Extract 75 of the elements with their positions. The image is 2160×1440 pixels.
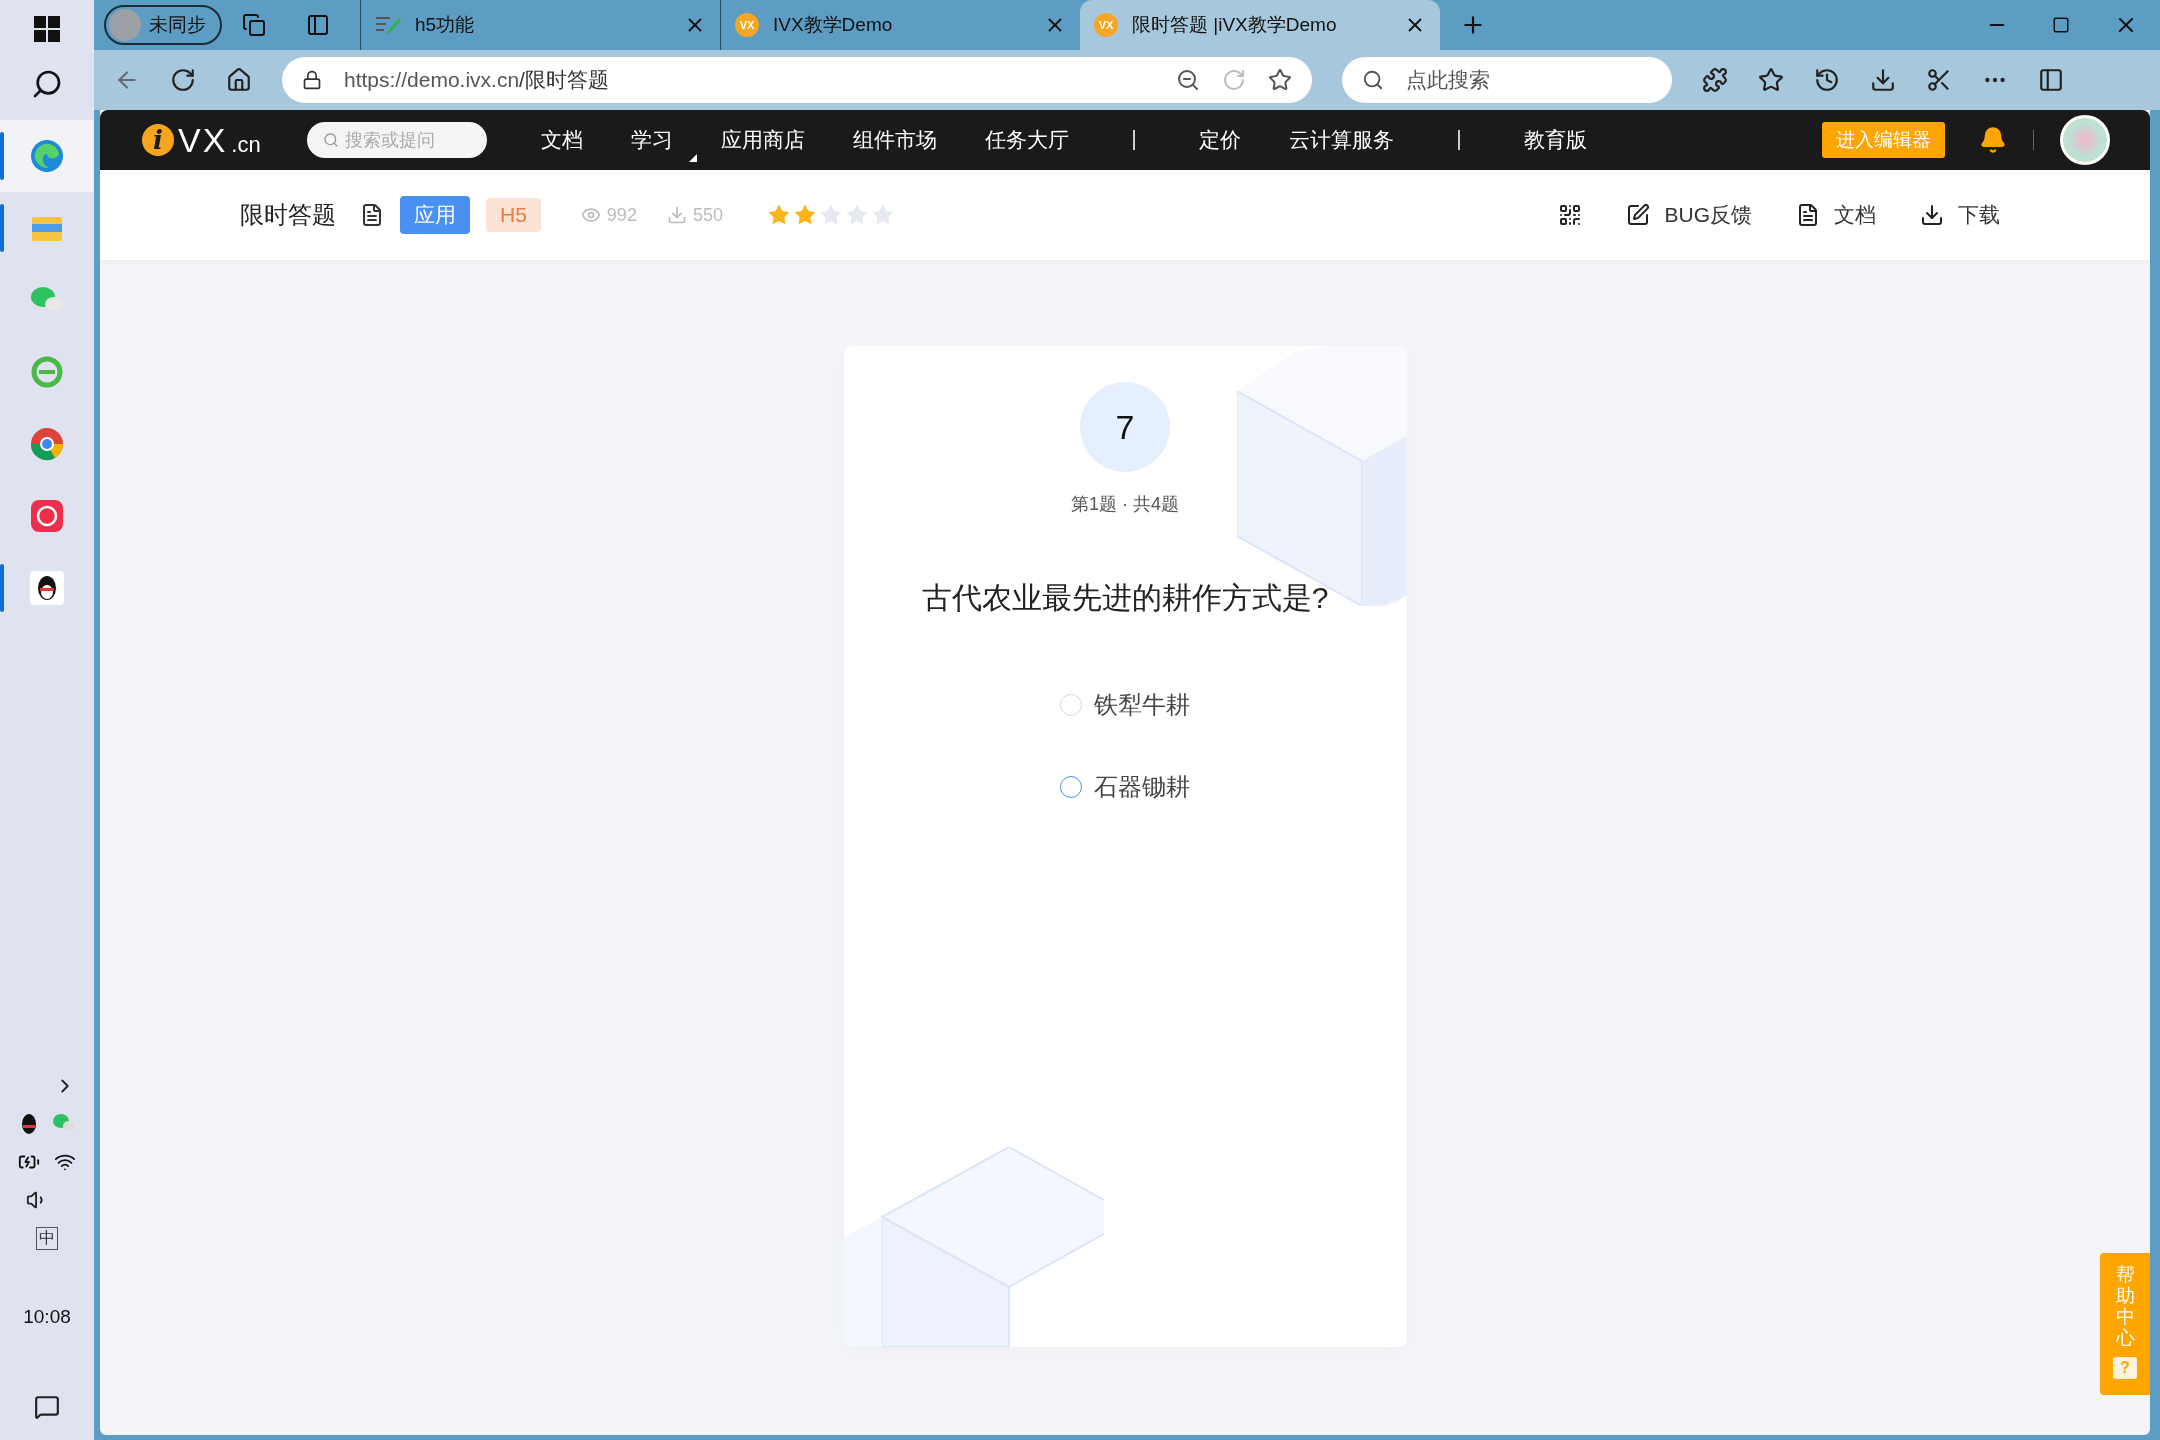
document-icon[interactable] <box>360 203 384 227</box>
star-icon <box>818 203 843 227</box>
download-icon[interactable] <box>1870 67 1896 93</box>
collections-icon[interactable] <box>242 13 266 37</box>
clock[interactable]: 10:08 <box>23 1306 71 1328</box>
header-action-link[interactable]: 文档 <box>1796 201 1876 229</box>
nav-dropdown[interactable]: 学习 <box>630 126 673 154</box>
site-search-box[interactable]: 搜索或提问 <box>306 122 487 158</box>
download-count: 550 <box>692 204 723 226</box>
download-icon <box>1920 203 1944 227</box>
site-search-field[interactable]: 搜索或提问 <box>342 128 477 152</box>
app-tag: H5 <box>486 198 541 232</box>
question-counter: 第1题 · 共4题 <box>1071 493 1179 516</box>
nav-link[interactable]: 任务大厅 <box>984 126 1069 154</box>
search-icon <box>1362 69 1384 91</box>
nav-link[interactable]: 云计算服务 <box>1288 126 1394 154</box>
profile-button[interactable]: 未同步 <box>104 5 222 45</box>
star-icon <box>792 203 817 227</box>
notification-icon[interactable] <box>34 1394 60 1420</box>
screenshot-icon[interactable] <box>1926 67 1952 93</box>
download-icon <box>666 205 687 225</box>
view-count: 992 <box>606 204 637 226</box>
nav-link[interactable]: 教育版 <box>1523 126 1587 154</box>
star-icon <box>844 203 869 227</box>
camera-app-icon <box>29 498 65 534</box>
penguin-icon <box>29 570 65 606</box>
caret-icon <box>688 154 697 162</box>
favorite-icon[interactable] <box>1268 68 1292 92</box>
avatar <box>109 9 141 41</box>
qr-code-button[interactable] <box>1558 203 1583 227</box>
restore-icon[interactable] <box>2052 16 2070 34</box>
extensions-icon[interactable] <box>1702 67 1728 93</box>
sidebar-icon[interactable] <box>2038 67 2064 93</box>
header-action-link[interactable]: 下载 <box>1920 201 2000 229</box>
penguin-icon[interactable] <box>19 1113 39 1135</box>
header-action-link[interactable]: BUG反馈 <box>1626 201 1752 229</box>
browser-icon <box>29 138 65 174</box>
nav-link[interactable]: 文档 <box>540 126 583 154</box>
tab-actions-icon[interactable] <box>306 13 330 37</box>
zoom-out-icon[interactable] <box>1176 68 1200 92</box>
input-method-indicator[interactable]: 中 <box>36 1227 58 1250</box>
star-icon <box>870 203 895 227</box>
app-title: 限时答题 <box>240 200 336 230</box>
user-avatar[interactable] <box>2060 115 2110 165</box>
chrome-icon <box>29 426 65 462</box>
search-icon <box>322 132 339 148</box>
pen-icon <box>375 14 401 36</box>
tab-favicon: VX <box>1094 13 1118 37</box>
lock-icon <box>302 70 322 90</box>
answer-option[interactable]: 石器锄耕 <box>1060 771 1190 803</box>
history-icon[interactable] <box>1814 67 1840 93</box>
address-bar[interactable]: https://demo.ivx.cn/限时答题 <box>282 57 1312 103</box>
qr-code-icon <box>1558 203 1583 227</box>
countdown-timer: 7 <box>1080 382 1170 472</box>
browser-tab[interactable]: VX 限时答题 |iVX教学Demo <box>1080 0 1440 50</box>
star-icon <box>766 203 791 227</box>
nav-link[interactable]: 应用商店 <box>720 126 805 154</box>
home-icon[interactable] <box>226 67 252 93</box>
search-icon[interactable] <box>31 68 63 100</box>
nav-link[interactable]: 定价 <box>1198 126 1241 154</box>
eye-icon <box>580 205 601 225</box>
nav-link[interactable]: 组件市场 <box>852 126 937 154</box>
app-tag: 应用 <box>400 196 470 234</box>
notification-bell-icon[interactable] <box>1979 126 2007 154</box>
edit-icon <box>1626 203 1651 227</box>
tab-favicon: VX <box>735 13 759 37</box>
document-icon <box>1796 203 1820 227</box>
reload-icon[interactable] <box>170 67 196 93</box>
site-logo[interactable]: i VX.cn <box>142 120 261 160</box>
favorites-icon[interactable] <box>1758 67 1784 93</box>
answer-option[interactable]: 铁犁牛耕 <box>1060 689 1190 721</box>
search-box[interactable]: 点此搜索 <box>1342 57 1672 103</box>
search-field[interactable]: 点此搜索 <box>1404 67 1608 93</box>
windows-logo-icon[interactable] <box>34 16 60 42</box>
question-text: 古代农业最先进的耕作方式是? <box>921 580 1329 616</box>
